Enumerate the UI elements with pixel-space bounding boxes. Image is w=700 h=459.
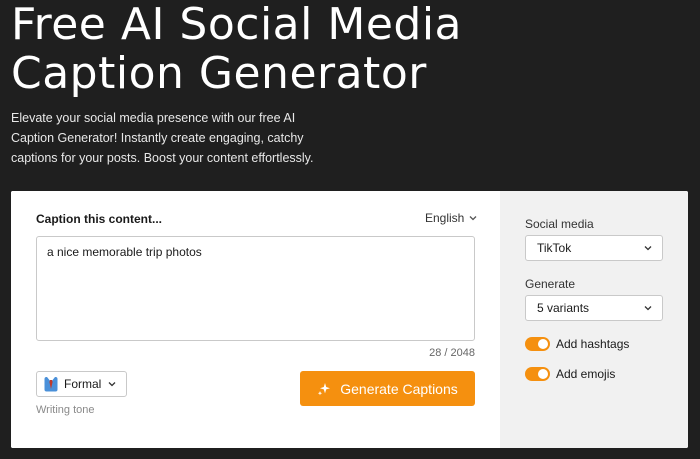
necktie-suit-icon <box>44 377 58 392</box>
social-media-select[interactable]: TikTok <box>525 235 663 261</box>
emojis-toggle-row: Add emojis <box>525 367 615 381</box>
hashtags-toggle[interactable] <box>525 337 550 351</box>
emojis-label: Add emojis <box>556 367 616 381</box>
content-input[interactable]: a nice memorable trip photos <box>36 236 475 341</box>
chevron-down-icon <box>644 306 652 311</box>
emojis-toggle[interactable] <box>525 367 550 381</box>
chevron-down-icon <box>644 246 652 251</box>
writing-tone-select[interactable]: Formal <box>36 371 127 397</box>
generate-variants-select[interactable]: 5 variants <box>525 295 663 321</box>
social-media-value: TikTok <box>537 241 572 255</box>
social-media-label: Social media <box>525 217 594 231</box>
generate-captions-label: Generate Captions <box>340 380 458 397</box>
language-value: English <box>425 211 465 225</box>
generate-variants-label: Generate <box>525 277 576 291</box>
sparkle-icon <box>318 382 331 395</box>
options-panel: Social media TikTok Generate 5 variants … <box>500 191 688 448</box>
generate-captions-button[interactable]: Generate Captions <box>300 371 475 406</box>
hashtags-label: Add hashtags <box>556 337 630 351</box>
writing-tone-label: Writing tone <box>36 404 95 416</box>
writing-tone-value: Formal <box>64 377 102 391</box>
language-select[interactable]: English <box>425 211 478 225</box>
caption-generator-card: Caption this content... English a nice m… <box>11 191 688 448</box>
page-title: Free AI Social Media Caption Generator <box>11 0 463 99</box>
character-count: 28 / 2048 <box>429 347 475 359</box>
hashtags-toggle-row: Add hashtags <box>525 337 629 351</box>
chevron-down-icon <box>469 216 477 221</box>
chevron-down-icon <box>108 382 116 387</box>
generate-variants-value: 5 variants <box>537 301 590 315</box>
caption-content-label: Caption this content... <box>36 212 162 226</box>
content-panel: Caption this content... English a nice m… <box>11 191 500 448</box>
page-subtitle: Elevate your social media presence with … <box>11 111 314 165</box>
